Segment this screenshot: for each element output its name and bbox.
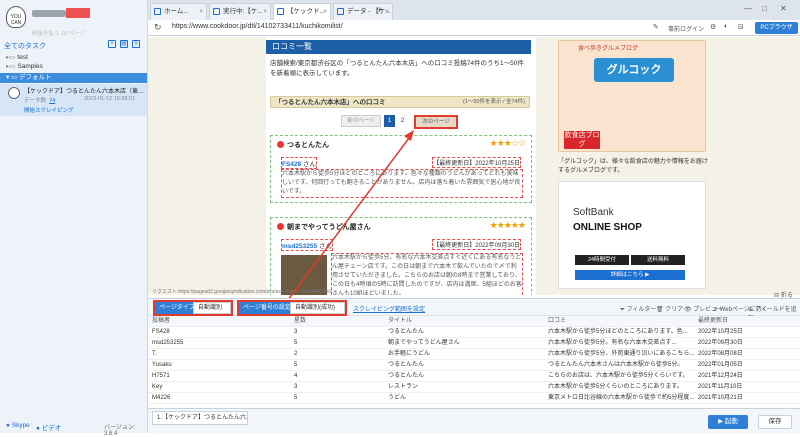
- table-row[interactable]: H7571 4 つるとんたん こちらのお店は、六本木駅から徒歩5分くらいです。 2021…: [148, 371, 800, 382]
- page-number-select[interactable]: 自動識別(成功): [290, 302, 345, 314]
- table-cell: H7571: [152, 373, 170, 379]
- table-cell: 4: [294, 373, 298, 379]
- table-cell: M4226: [152, 395, 171, 401]
- column-header: 投稿者: [152, 318, 171, 324]
- table-cell: 2022年08月08日: [698, 351, 743, 357]
- table-cell: 5: [294, 395, 298, 401]
- table-cell: T.: [152, 351, 157, 357]
- column-header: 星数: [294, 318, 307, 324]
- column-header: タイトル: [388, 318, 413, 324]
- table-cell: Key: [152, 384, 163, 390]
- table-cell: つるとんたん: [388, 329, 425, 335]
- table-cell: msd253255: [152, 340, 184, 346]
- table-row[interactable]: T. 2 お手軽にうどん 六本木駅から徒歩5分、外苑東通り沿いにあるこちら... 202…: [148, 349, 800, 360]
- table-cell: つるとんたん: [388, 373, 425, 379]
- table-cell: こちらのお店は、六本木駅から徒歩5分くらいです。: [548, 373, 689, 379]
- bottom-bar: 1.【ケックドア】つるとんたん六... ▶ 起動 保存: [148, 408, 800, 433]
- table-cell: つるとんたん: [388, 362, 425, 368]
- table-cell: 東京メトロ日比谷線の六本木駅から徒歩で約5分程度...: [548, 395, 694, 401]
- table-cell: 3: [294, 329, 298, 335]
- table-row[interactable]: FS428 3 つるとんたん 六本木駅から徒歩5分ほどのところにあります。色... 20…: [148, 327, 800, 338]
- filter-button[interactable]: ⏷ フィルター: [620, 304, 656, 314]
- table-cell: 5: [294, 362, 298, 368]
- data-table: 投稿者 星数 タイトル 口コミ 最終更新日 FS428 3 つるとんたん 六本木駅から徒歩5分ほ…: [148, 316, 800, 408]
- table-cell: 六本木駅から徒歩5分。有名な六本木交差点す...: [548, 340, 677, 346]
- table-cell: 5: [294, 340, 298, 346]
- table-cell: つるとんたん六本木さんは六本木駅から徒歩5分。: [548, 362, 684, 368]
- table-cell: 2021年11月10日: [698, 384, 743, 390]
- extraction-toolbar: ページタイプ 自動識別 ページ番号の設定 自動識別(成功) スクレイピング範囲を…: [148, 298, 800, 322]
- page-type-select[interactable]: 自動識別: [193, 302, 231, 314]
- save-button[interactable]: 保存: [758, 415, 792, 429]
- run-button[interactable]: ▶ 起動: [708, 415, 748, 429]
- table-row[interactable]: Key 3 レストラン 六本木駅から徒歩5分くらいのところにあります。 2021年11月…: [148, 382, 800, 393]
- scrape-range-link[interactable]: スクレイピング範囲を設定: [353, 304, 425, 313]
- table-cell: Yusaku: [152, 362, 172, 368]
- table-cell: 六本木駅から徒歩5分ほどのところにあります。色...: [548, 329, 688, 335]
- table-cell: お手軽にうどん: [388, 351, 431, 357]
- table-cell: 2022年01月05日: [698, 362, 743, 368]
- table-row[interactable]: msd253255 5 朝までやってうどん屋さん 六本木駅から徒歩5分。有名な六本木交…: [148, 338, 800, 349]
- table-cell: レストラン: [388, 384, 419, 390]
- table-row[interactable]: M4226 5 うどん 東京メトロ日比谷線の六本木駅から徒歩で約5分程度... 2021…: [148, 393, 800, 404]
- table-cell: 2021年12月24日: [698, 373, 743, 379]
- table-cell: うどん: [388, 395, 407, 401]
- column-header: 口コミ: [548, 318, 567, 324]
- page-number-label: ページ番号の設定: [239, 302, 295, 314]
- table-header: 投稿者 星数 タイトル 口コミ 最終更新日: [148, 316, 800, 327]
- table-row[interactable]: Yusaku 5 つるとんたん つるとんたん六本木さんは六本木駅から徒歩5分。 2022…: [148, 360, 800, 371]
- clear-button[interactable]: 🗑 クリア: [656, 304, 683, 313]
- column-header: 最終更新日: [698, 318, 729, 324]
- table-cell: 2: [294, 351, 298, 357]
- table-cell: FS428: [152, 329, 170, 335]
- table-cell: 2022年09月30日: [698, 340, 743, 346]
- table-cell: 六本木駅から徒歩5分、外苑東通り沿いにあるこちら...: [548, 351, 694, 357]
- table-cell: 2022年10月25日: [698, 329, 743, 335]
- table-cell: 六本木駅から徒歩5分くらいのところにあります。: [548, 384, 683, 390]
- task-tab[interactable]: 1.【ケックドア】つるとんたん六...: [152, 411, 248, 425]
- table-cell: 朝までやってうどん屋さん: [388, 340, 460, 346]
- table-cell: 3: [294, 384, 298, 390]
- table-cell: 2021年10月21日: [698, 395, 743, 401]
